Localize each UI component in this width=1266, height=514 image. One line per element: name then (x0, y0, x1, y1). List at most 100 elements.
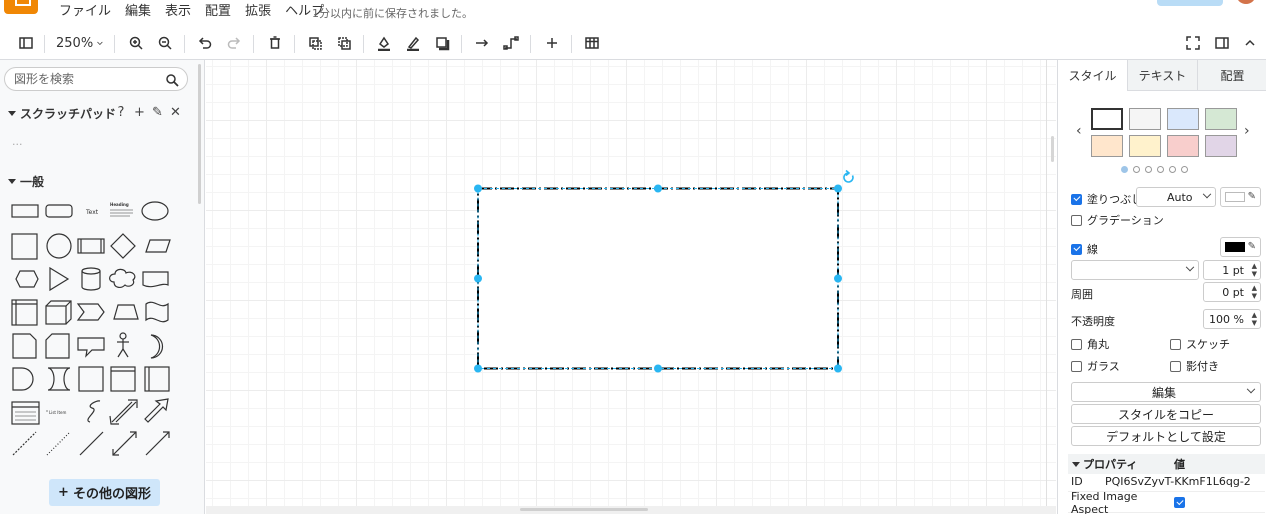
perimeter-input[interactable]: 0 pt ▲ ▼ (1203, 282, 1261, 302)
style-swatch[interactable] (1167, 135, 1199, 157)
fill-color-icon[interactable] (374, 32, 394, 54)
page-dot[interactable] (1169, 166, 1176, 173)
fixed-aspect-checkbox[interactable] (1174, 497, 1185, 508)
page-dot[interactable] (1181, 166, 1188, 173)
shape-card[interactable] (45, 333, 70, 359)
sidebar-scrollbar[interactable] (198, 64, 201, 204)
shape-curve[interactable] (87, 400, 101, 423)
line-color-picker[interactable]: ✎ (1220, 237, 1261, 257)
tab-style[interactable]: スタイル (1058, 60, 1127, 91)
opacity-input[interactable]: 100 % ▲ ▼ (1203, 309, 1261, 329)
scratchpad-header[interactable]: スクラッチパッド (8, 105, 116, 122)
page-dot[interactable] (1121, 166, 1128, 173)
properties-header[interactable]: プロパティ 値 (1068, 454, 1265, 474)
undo-icon[interactable] (195, 32, 215, 54)
shape-search[interactable] (4, 67, 188, 91)
shape-dotted-line[interactable] (46, 431, 71, 456)
stepper-arrows-icon[interactable]: ▲ ▼ (1252, 311, 1257, 327)
delete-icon[interactable] (265, 32, 285, 54)
menu-arrange[interactable]: 配置 (198, 4, 238, 20)
shape-internal-storage[interactable] (11, 299, 38, 326)
chevron-right-icon[interactable]: › (1244, 123, 1250, 139)
close-icon[interactable]: ✕ (170, 105, 181, 120)
page-dot[interactable] (1157, 166, 1164, 173)
shape-delay[interactable] (12, 367, 34, 391)
format-panel-icon[interactable] (1212, 32, 1232, 54)
shape-list[interactable] (11, 401, 40, 425)
resize-handle-e[interactable] (834, 274, 842, 283)
resize-handle-w[interactable] (474, 274, 482, 283)
shape-moon[interactable] (150, 334, 164, 359)
shape-parallelogram[interactable] (145, 239, 171, 253)
property-value[interactable]: PQI6SvZyvT-KKmF1L6qg-2 (1105, 475, 1251, 488)
page-dot[interactable] (1145, 166, 1152, 173)
shape-ellipse[interactable] (141, 201, 169, 221)
shape-triangle[interactable] (49, 266, 70, 292)
shape-trapezoid[interactable] (113, 304, 139, 320)
shape-arrow[interactable] (144, 398, 169, 423)
style-swatch[interactable] (1129, 135, 1161, 157)
scrollbar-thumb[interactable] (520, 508, 648, 511)
rotate-handle-icon[interactable] (843, 169, 854, 183)
fill-color-picker[interactable]: ✎ (1220, 187, 1261, 207)
waypoints-icon[interactable] (501, 32, 521, 54)
stepper-arrows-icon[interactable]: ▲ ▼ (1252, 284, 1257, 300)
avatar[interactable] (1236, 0, 1256, 4)
menu-view[interactable]: 表示 (158, 4, 198, 20)
share-button[interactable] (1157, 0, 1223, 6)
menu-edit[interactable]: 編集 (118, 4, 158, 20)
set-default-style-button[interactable]: デフォルトとして設定 (1071, 426, 1261, 446)
fullscreen-icon[interactable] (1183, 32, 1203, 54)
shape-container[interactable] (78, 366, 104, 392)
zoom-in-icon[interactable] (126, 32, 146, 54)
search-icon[interactable] (165, 73, 179, 87)
shape-note[interactable] (12, 333, 37, 359)
sketch-checkbox[interactable] (1170, 338, 1181, 350)
copy-style-button[interactable]: スタイルをコピー (1071, 404, 1261, 424)
chevron-left-icon[interactable]: ‹ (1076, 123, 1082, 139)
shape-actor[interactable] (117, 332, 129, 358)
style-swatch[interactable] (1205, 135, 1237, 157)
general-header[interactable]: 一般 (8, 173, 44, 190)
panel-resize-grip[interactable] (1051, 136, 1054, 162)
tab-text[interactable]: テキスト (1127, 60, 1197, 91)
shape-cube[interactable] (45, 300, 72, 325)
shape-circle[interactable] (46, 233, 72, 259)
rounded-checkbox[interactable] (1071, 338, 1082, 350)
tab-arrange[interactable]: 配置 (1197, 60, 1266, 91)
page-dot[interactable] (1133, 166, 1140, 173)
resize-handle-s[interactable] (654, 364, 662, 373)
style-swatch[interactable] (1091, 108, 1123, 130)
shape-rectangle[interactable] (11, 204, 39, 218)
style-swatch[interactable] (1129, 108, 1161, 130)
shape-swimlane[interactable] (144, 366, 170, 392)
collapse-chevron-up-icon[interactable] (1240, 32, 1260, 54)
menu-file[interactable]: ファイル (52, 4, 118, 20)
resize-handle-n[interactable] (654, 184, 662, 193)
shape-textbox[interactable]: Heading (110, 202, 133, 217)
edit-dropdown-button[interactable]: 編集 (1071, 382, 1261, 402)
zoom-dropdown[interactable]: 250% (56, 32, 104, 54)
shape-tape[interactable] (145, 301, 169, 323)
shape-document[interactable] (142, 271, 169, 288)
fill-checkbox[interactable] (1071, 193, 1082, 205)
shape-cylinder[interactable] (81, 267, 101, 291)
shape-diamond[interactable] (110, 233, 136, 259)
line-color-icon[interactable] (403, 32, 423, 54)
shape-step[interactable] (76, 303, 105, 321)
shape-bidirectional-arrow[interactable] (109, 399, 138, 425)
shape-rounded-rectangle[interactable] (45, 204, 73, 218)
shape-callout[interactable] (77, 337, 105, 358)
more-shapes-button[interactable]: + その他の図形 (49, 479, 160, 506)
canvas-horizontal-scrollbar[interactable] (206, 506, 1056, 514)
diagram-canvas[interactable] (206, 60, 1056, 506)
shape-hexagon[interactable] (15, 270, 39, 288)
fill-mode-select[interactable]: Auto (1136, 187, 1216, 207)
style-swatch[interactable] (1167, 108, 1199, 130)
shape-list-item[interactable]: List Item (46, 410, 66, 415)
shape-text[interactable]: Text (85, 209, 99, 216)
app-logo[interactable] (4, 0, 38, 14)
shape-directional-connector[interactable] (145, 431, 170, 456)
line-width-input[interactable]: 1 pt ▲ ▼ (1203, 260, 1261, 280)
table-icon[interactable] (582, 32, 602, 54)
